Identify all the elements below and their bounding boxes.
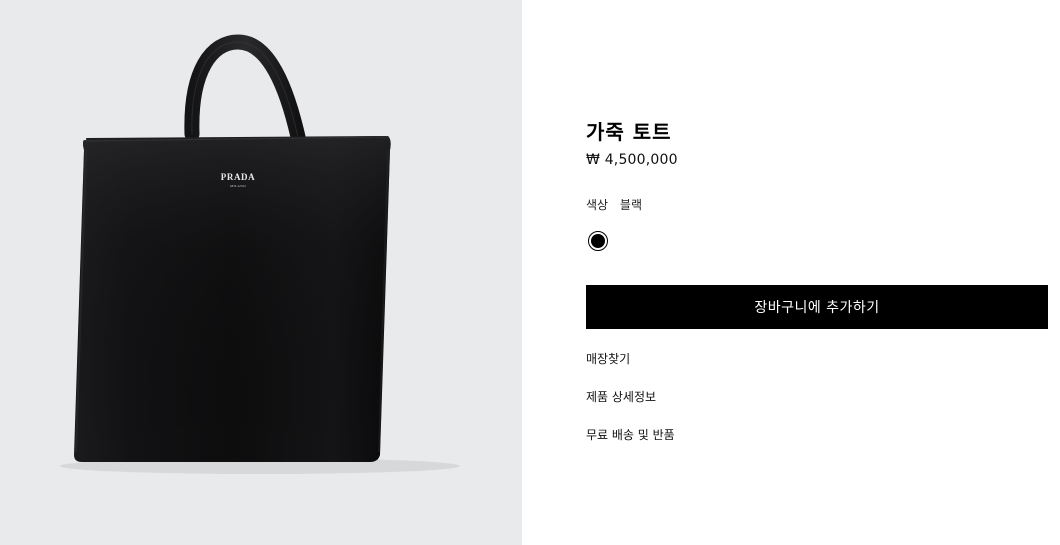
product-details-link[interactable]: 제품 상세정보 <box>586 388 656 405</box>
product-page: PRADA MILANO 가죽 토트 ₩ 4,500,000 색상 블랙 장바구… <box>0 0 1060 545</box>
color-value: 블랙 <box>619 198 643 212</box>
product-title: 가죽 토트 <box>586 120 672 144</box>
color-swatch-black[interactable] <box>588 231 608 251</box>
product-info-panel: 가죽 토트 ₩ 4,500,000 색상 블랙 장바구니에 추가하기 매장찾기 … <box>586 0 1048 545</box>
store-locator-link[interactable]: 매장찾기 <box>586 350 630 367</box>
brand-logo: PRADA <box>221 172 256 182</box>
tote-bag-illustration: PRADA MILANO <box>60 34 460 474</box>
shipping-returns-link[interactable]: 무료 배송 및 반품 <box>586 426 675 443</box>
color-selection-label: 색상 블랙 <box>586 196 642 213</box>
brand-logo-subtext: MILANO <box>230 184 246 188</box>
add-to-cart-button[interactable]: 장바구니에 추가하기 <box>586 285 1048 329</box>
swatch-dot <box>591 234 605 248</box>
product-price: ₩ 4,500,000 <box>586 152 678 168</box>
color-label: 색상 <box>586 198 609 212</box>
product-image[interactable]: PRADA MILANO <box>0 0 522 545</box>
